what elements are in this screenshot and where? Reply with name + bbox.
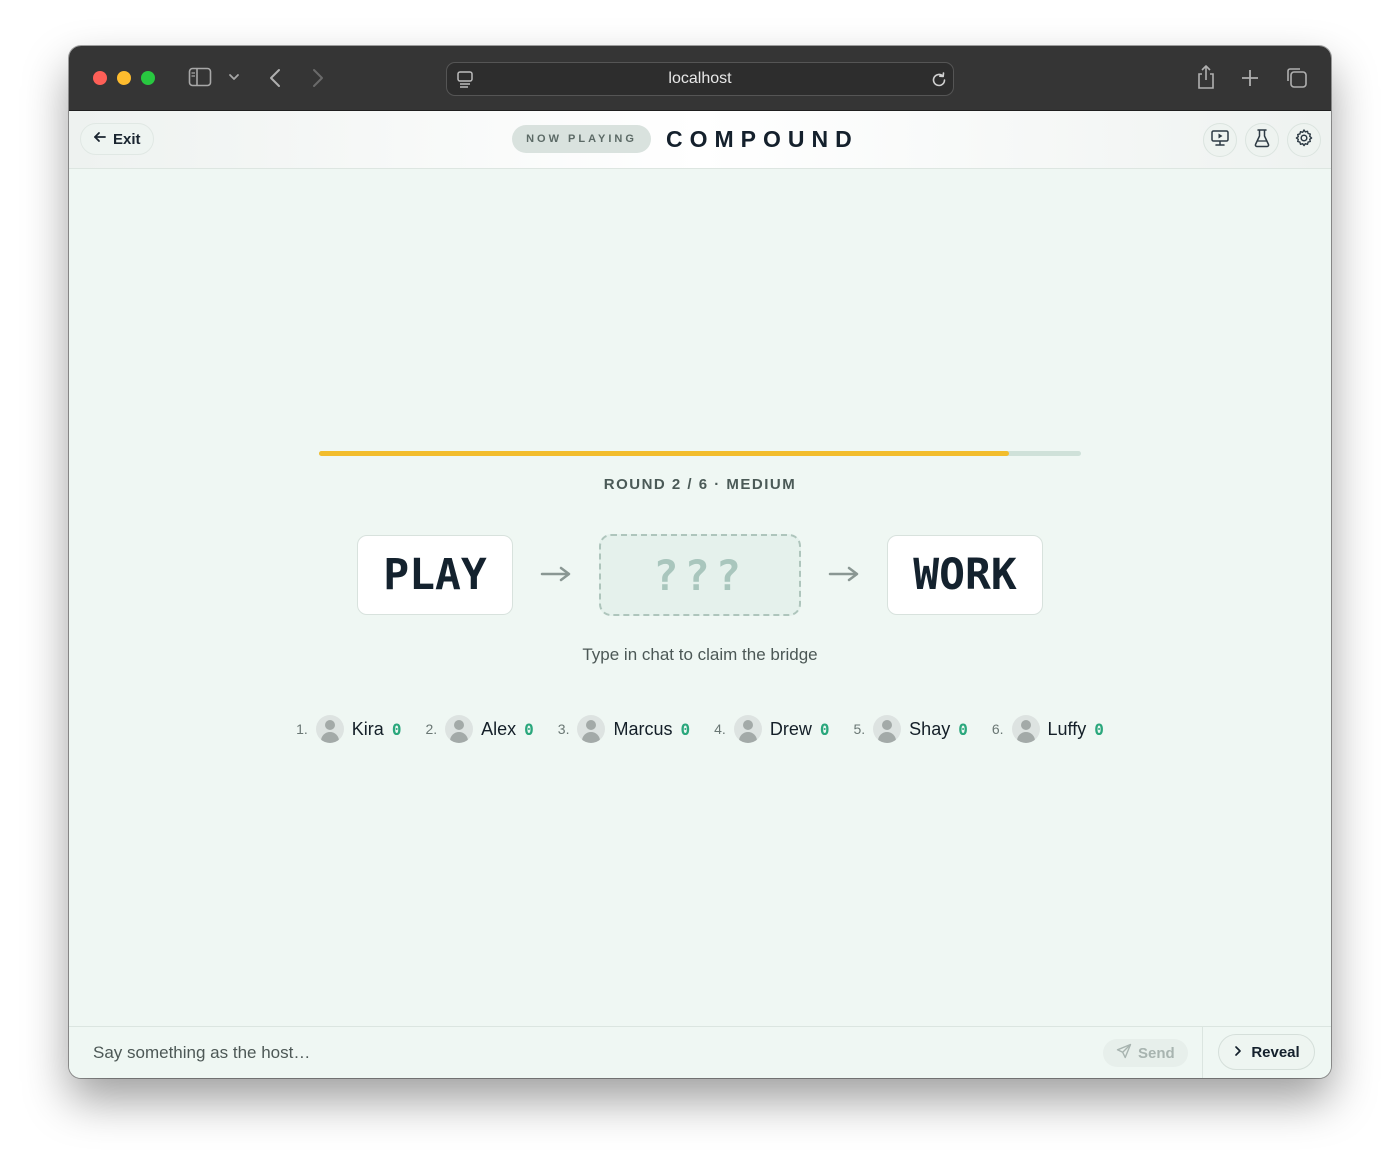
game-stage: ROUND 2 / 6 · MEDIUM PLAY ??? WORK Type … [69, 169, 1331, 1026]
arrow-right-icon [540, 565, 572, 588]
player-name: Shay [909, 718, 951, 739]
avatar [873, 715, 902, 743]
reveal-button[interactable]: Reveal [1218, 1034, 1315, 1070]
player-rank: 2. [425, 721, 438, 737]
chat-bar: Send Reveal [69, 1026, 1331, 1078]
player-entry: 1. Kira 0 [296, 715, 401, 743]
player-list: 1. Kira 0 2. Alex 0 3. Marcus 0 4. Drew [69, 715, 1331, 743]
player-rank: 6. [991, 721, 1004, 737]
player-rank: 5. [853, 721, 866, 737]
claim-hint: Type in chat to claim the bridge [582, 645, 818, 664]
right-word-card: WORK [887, 535, 1043, 615]
chevron-down-icon[interactable] [228, 73, 240, 82]
zoom-window-button[interactable] [141, 71, 155, 85]
player-entry: 3. Marcus 0 [558, 715, 690, 743]
reload-icon[interactable] [930, 71, 948, 89]
paper-plane-icon [1116, 1043, 1132, 1063]
settings-button[interactable] [1287, 123, 1321, 157]
flask-icon [1253, 128, 1271, 153]
chevron-right-icon [1233, 1044, 1243, 1061]
player-rank: 4. [714, 721, 726, 737]
round-label: ROUND 2 / 6 · MEDIUM [603, 476, 797, 493]
player-name: Alex [481, 718, 517, 739]
sidebar-icon[interactable] [188, 67, 212, 87]
arrow-right-icon [828, 565, 860, 588]
player-name: Marcus [613, 718, 673, 739]
player-entry: 4. Drew 0 [714, 715, 829, 743]
arrow-left-icon [93, 130, 107, 148]
share-icon[interactable] [1196, 64, 1216, 90]
lab-button[interactable] [1245, 123, 1279, 157]
exit-button[interactable]: Exit [80, 123, 154, 155]
close-window-button[interactable] [93, 71, 107, 85]
player-entry: 5. Shay 0 [853, 715, 968, 743]
avatar [315, 715, 344, 743]
player-score: 0 [958, 719, 968, 739]
presentation-button[interactable] [1203, 123, 1237, 157]
left-word-card: PLAY [357, 535, 513, 615]
player-name: Kira [351, 718, 384, 739]
tab-overview-icon[interactable] [1285, 66, 1309, 90]
host-chat-input[interactable] [69, 1027, 1201, 1078]
address-bar[interactable]: localhost [446, 62, 954, 96]
presentation-icon [1210, 129, 1230, 152]
player-name: Luffy [1047, 718, 1087, 739]
browser-toolbar: localhost [69, 46, 1331, 111]
round-progress-fill [319, 451, 1009, 456]
avatar [577, 715, 606, 743]
avatar [1011, 715, 1040, 743]
player-entry: 2. Alex 0 [425, 715, 534, 743]
divider [1202, 1027, 1203, 1078]
minimize-window-button[interactable] [117, 71, 131, 85]
send-label: Send [1138, 1044, 1175, 1062]
back-icon[interactable] [268, 67, 282, 89]
player-score: 0 [680, 719, 691, 739]
url-text: localhost [668, 70, 732, 87]
new-tab-icon[interactable] [1240, 68, 1260, 88]
player-name: Drew [769, 718, 812, 739]
player-score: 0 [1094, 719, 1104, 739]
gear-icon [1294, 128, 1314, 153]
exit-label: Exit [113, 130, 141, 148]
reveal-label: Reveal [1251, 1043, 1300, 1061]
avatar [733, 715, 762, 743]
player-score: 0 [819, 719, 830, 739]
player-score: 0 [391, 719, 402, 739]
game-title: COMPOUND [666, 126, 859, 152]
now-playing-badge: NOW PLAYING [512, 125, 651, 153]
app-header: Exit NOW PLAYING COMPOUND [69, 111, 1331, 169]
player-rank: 3. [557, 721, 570, 737]
avatar [445, 715, 474, 743]
player-entry: 6. Luffy 0 [992, 715, 1104, 743]
forward-icon[interactable] [311, 67, 325, 89]
player-score: 0 [524, 719, 534, 739]
browser-window: localhost Exit NOW PLAYING COMPOUND ROUN… [69, 46, 1331, 1078]
round-progress-bar [319, 451, 1081, 456]
player-rank: 1. [296, 721, 308, 737]
mystery-word-slot: ??? [599, 534, 801, 616]
send-button[interactable]: Send [1103, 1039, 1188, 1067]
